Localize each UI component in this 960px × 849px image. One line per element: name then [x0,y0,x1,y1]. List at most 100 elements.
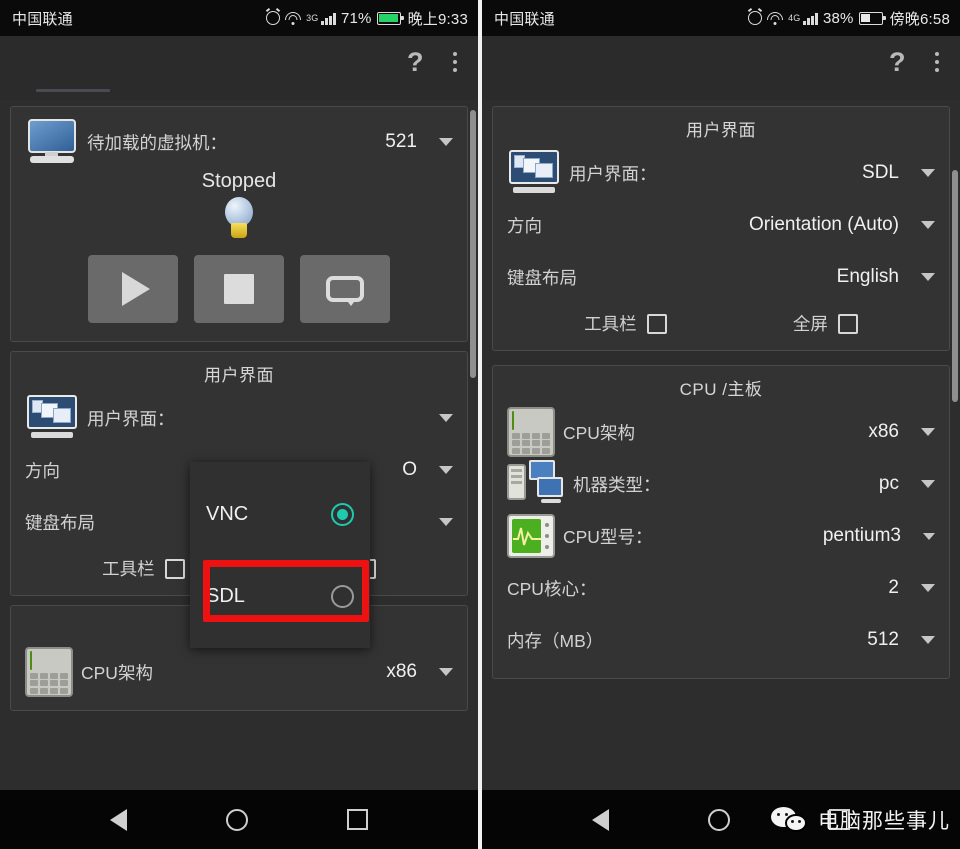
cpu-cores-value: 2 [888,577,899,598]
left-navigation-bar [0,790,478,849]
screenshot-stage: 中国联通 3G 71% 晚上9:33 ? 待加载的虚拟机： 521 Stoppe… [0,0,960,849]
vm-status-text: Stopped [201,170,277,192]
ui-interface-label: 用户界面： [87,408,175,429]
network-gen-label: 4G [788,13,801,23]
radio-unselected-icon[interactable] [331,584,354,608]
right-scrollbar[interactable] [952,110,958,800]
vm-card: 待加载的虚拟机： 521 Stopped [10,106,468,342]
radio-selected-icon[interactable] [331,502,354,526]
overflow-menu-icon[interactable] [932,49,943,76]
battery-percent-label: 38% [822,9,854,27]
cpu-cores-row[interactable]: CPU核心： 2 [507,562,935,614]
help-question-icon[interactable]: ? [407,48,424,76]
nav-home-icon[interactable] [225,808,248,831]
chevron-down-icon[interactable] [921,636,935,644]
loop-restart-icon [326,276,364,306]
clock-label: 傍晚6:58 [889,10,950,28]
overflow-menu-icon[interactable] [450,49,461,76]
nav-back-icon[interactable] [109,808,127,831]
start-button[interactable] [88,255,178,323]
wifi-icon [285,11,302,25]
chevron-down-icon[interactable] [439,466,453,474]
nav-home-icon[interactable] [707,808,730,831]
cpu-cores-label: CPU核心： [507,578,597,599]
dropdown-option-vnc-label: VNC [206,502,249,525]
machine-type-label: 机器类型： [573,474,661,495]
chevron-down-icon[interactable] [921,428,935,436]
fullscreen-label: 全屏 [792,314,828,334]
calculator-icon [507,407,555,457]
stop-button[interactable] [194,255,284,323]
fullscreen-checkbox[interactable] [837,313,858,334]
ui-interface-value: SDL [862,162,899,183]
wifi-icon [767,11,784,25]
cpu-model-value: pentium3 [822,525,901,546]
right-phone-panel: 中国联通 4G 38% 傍晚6:58 ? 用户界面 用户界面： SDL 方向 O… [482,0,960,849]
ui-interface-row[interactable]: 用户界面： [25,392,453,444]
nav-recent-icon[interactable] [347,809,369,830]
toolbar-checkbox-item[interactable]: 工具栏 [102,556,185,581]
dropdown-option-sdl[interactable]: SDL [190,566,370,626]
battery-percent-label: 71% [340,9,372,27]
restart-button[interactable] [300,255,390,323]
alarm-icon [266,11,281,25]
memory-row[interactable]: 内存（MB） 512 [507,614,935,666]
server-monitors-icon [507,460,565,508]
dropdown-option-sdl-label: SDL [206,584,245,607]
ui-section-title: 用户界面 [204,366,274,385]
cpu-arch-value: x86 [386,661,417,682]
calculator-icon [25,647,73,697]
cpu-arch-label: CPU架构 [81,662,153,683]
ui-section-title: 用户界面 [686,121,756,140]
fullscreen-checkbox-item[interactable]: 全屏 [793,311,858,336]
ui-monitor-icon [25,395,79,441]
dropdown-option-vnc[interactable]: VNC [190,484,370,544]
vm-value: 521 [385,131,417,152]
left-scrollbar[interactable] [470,110,476,800]
vm-selector-row[interactable]: 待加载的虚拟机： 521 [25,116,453,168]
ui-keyboard-label: 键盘布局 [25,512,95,533]
chevron-down-icon[interactable] [923,532,935,540]
status-icons-group: 3G 71% 晚上9:33 [266,8,468,29]
toolbar-checkbox[interactable] [164,558,185,579]
desktop-monitor-icon [25,119,79,165]
ui-interface-label: 用户界面： [569,163,657,184]
chevron-down-icon[interactable] [439,138,453,146]
right-content-scroll[interactable]: 用户界面 用户界面： SDL 方向 Orientation (Auto) 键盘布… [482,106,960,849]
dropdown-bottom-spacer [190,626,370,648]
ui-interface-row[interactable]: 用户界面： SDL [507,147,935,199]
machine-type-row[interactable]: 机器类型： pc [507,458,935,510]
toolbar-checkbox[interactable] [646,313,667,334]
chevron-down-icon[interactable] [921,584,935,592]
chevron-down-icon[interactable] [439,414,453,422]
vm-status-block: Stopped [25,170,453,241]
ui-keyboard-row[interactable]: 键盘布局 English [507,251,935,303]
ui-monitor-icon [507,150,561,196]
cpu-arch-row[interactable]: CPU架构 x86 [507,406,935,458]
ui-orientation-row[interactable]: 方向 Orientation (Auto) [507,199,935,251]
dropdown-mid-spacer [190,544,370,566]
cpu-model-row[interactable]: CPU型号： pentium3 [507,510,935,562]
chevron-down-icon[interactable] [921,169,935,177]
vm-controls [25,255,453,329]
chevron-down-icon[interactable] [439,518,453,526]
ui-interface-dropdown[interactable]: VNC SDL [190,462,370,648]
signal-bars-icon [321,12,336,25]
chevron-down-icon[interactable] [439,668,453,676]
clock-label: 晚上9:33 [407,10,468,28]
chevron-down-icon[interactable] [921,480,935,488]
cpu-arch-value: x86 [868,421,899,442]
help-question-icon[interactable]: ? [889,48,906,76]
left-app-bar: ? [0,36,478,88]
chevron-down-icon[interactable] [921,221,935,229]
chevron-down-icon[interactable] [921,273,935,281]
ui-orientation-value: Orientation (Auto) [749,214,899,235]
toolbar-checkbox-item[interactable]: 工具栏 [584,311,667,336]
network-gen-label: 3G [306,13,319,23]
cpu-arch-row[interactable]: CPU架构 x86 [25,646,453,698]
nav-back-icon[interactable] [591,808,609,831]
wechat-logo-icon [771,807,811,833]
memory-value: 512 [867,629,899,650]
ui-keyboard-label: 键盘布局 [507,267,577,288]
battery-icon [858,11,886,25]
